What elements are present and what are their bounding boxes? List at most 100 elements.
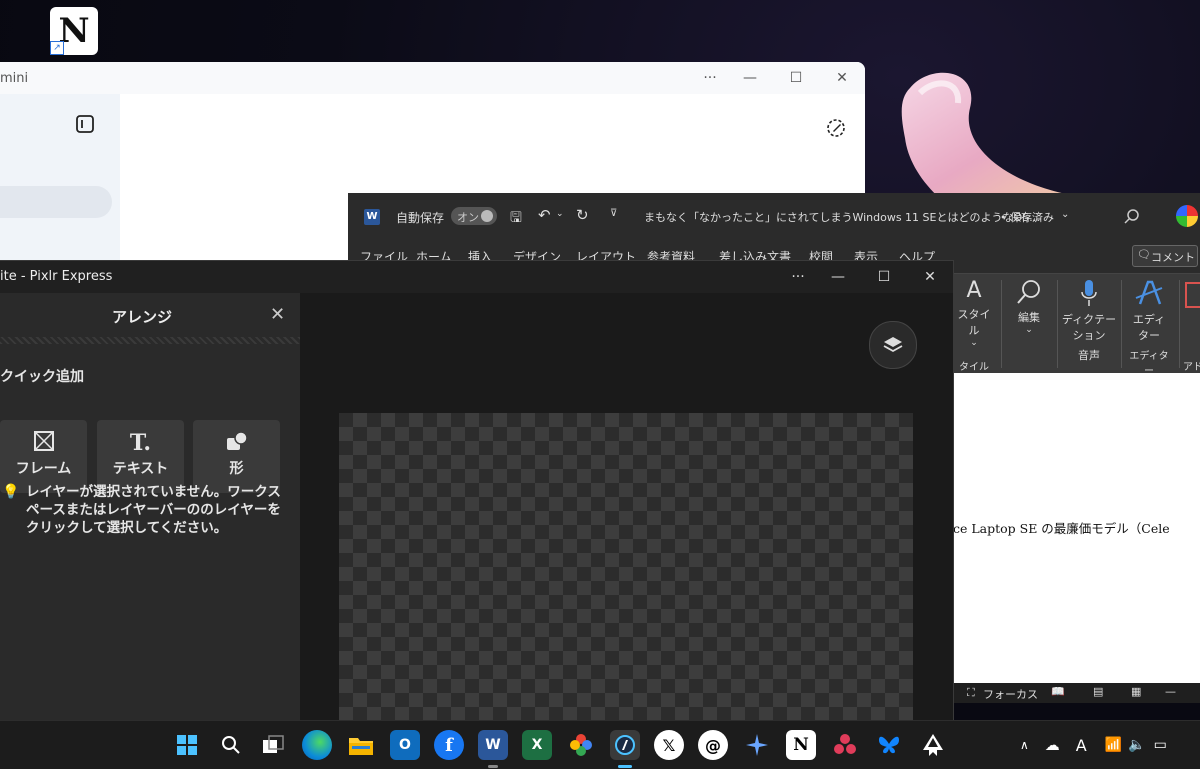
wifi-icon[interactable]: 📶 [1105, 737, 1122, 753]
toggle-knob [481, 210, 493, 222]
facebook-icon[interactable]: f [434, 730, 464, 760]
save-icon[interactable]: 🖫 [510, 207, 522, 231]
pixlr-window-title: ite - Pixlr Express [0, 269, 113, 284]
add-shape-label: 形 [229, 461, 244, 477]
system-tray: ∧ ☁ A 📶 🔈 ▭ [1020, 721, 1167, 769]
comment-icon: 🗨 [1137, 248, 1151, 261]
style-dropdown-icon: ⌄ [970, 338, 978, 348]
search-icon[interactable] [1124, 208, 1140, 224]
panel-divider [0, 337, 300, 344]
editor-label-line2: ター [1138, 329, 1160, 342]
style-group[interactable]: A スタイル ⌄ タイル [953, 278, 995, 373]
quick-access-menu-icon[interactable]: ⊽ [610, 208, 617, 219]
taskbar: O f W X 𝕏 @ N ∧ ☁ A 📶 🔈 ▭ [0, 720, 1200, 769]
pixlr-minimize-button[interactable]: — [816, 261, 860, 293]
inkscape-icon[interactable] [918, 730, 948, 760]
ribbon-separator [1121, 280, 1122, 368]
gemini-titlebar: mini ··· — ☐ ✕ [0, 62, 865, 94]
web-layout-icon[interactable]: ▦ [1131, 685, 1141, 698]
print-layout-icon[interactable]: ▤ [1093, 685, 1103, 698]
x-icon[interactable]: 𝕏 [654, 730, 684, 760]
layers-icon [883, 337, 903, 353]
pixlr-taskbar-icon[interactable] [610, 730, 640, 760]
sidebar-search-pill[interactable] [0, 186, 112, 218]
outlook-icon[interactable]: O [390, 730, 420, 760]
document-title[interactable]: まもなく「なかったこと」にされてしまうWindows 11 SEとはどのようなO… [644, 209, 1040, 225]
zoom-out-icon[interactable]: — [1165, 685, 1176, 698]
gemini-more-button[interactable]: ··· [688, 62, 732, 94]
excel-icon[interactable]: X [522, 730, 552, 760]
search-button[interactable] [216, 730, 246, 760]
task-view-icon [263, 735, 284, 753]
word-taskbar-icon[interactable]: W [478, 730, 508, 760]
layers-button[interactable] [869, 321, 917, 369]
arrange-panel-title: アレンジ [112, 308, 173, 326]
davinci-icon[interactable] [830, 730, 860, 760]
ribbon-separator [1001, 280, 1002, 368]
photos-icon[interactable] [566, 730, 596, 760]
taskbar-search-icon [222, 736, 240, 754]
undo-icon[interactable]: ↶ [538, 206, 551, 224]
focus-mode-label[interactable]: フォーカス [983, 686, 1038, 702]
onedrive-cloud-icon[interactable]: ☁ [1045, 736, 1060, 754]
ime-mode-icon[interactable]: A [1076, 736, 1087, 755]
autosave-state: オン [457, 211, 479, 224]
word-ribbon: A スタイル ⌄ タイル 編集 ⌄ ディクテー ション 音声 エディ ター エデ… [953, 273, 1200, 377]
edit-dropdown-icon: ⌄ [1025, 325, 1033, 335]
pixlr-window: ite - Pixlr Express ··· — ☐ ✕ アレンジ ✕ クイッ… [0, 260, 954, 732]
threads-icon[interactable]: @ [698, 730, 728, 760]
style-icon: A [966, 278, 982, 303]
close-panel-icon[interactable]: ✕ [270, 304, 285, 325]
shape-icon [193, 430, 280, 456]
edit-group[interactable]: 編集 ⌄ [1007, 278, 1051, 335]
editor-icon [1135, 280, 1163, 305]
word-document-page[interactable]: ce Laptop SE の最廉価モデル（Cele [953, 373, 1200, 683]
pixlr-more-button[interactable]: ··· [776, 261, 820, 293]
comment-label: コメント [1151, 251, 1195, 264]
editor-group[interactable]: エディ ター エディター [1125, 278, 1173, 377]
pixlr-close-button[interactable]: ✕ [908, 261, 952, 293]
edge-icon[interactable] [302, 730, 332, 760]
account-avatar[interactable] [1176, 205, 1198, 227]
comment-button[interactable]: 🗨 コメント [1132, 245, 1198, 267]
autosave-toggle[interactable]: オン [451, 207, 497, 225]
dictation-label-line1: ディクテー [1061, 313, 1117, 326]
ribbon-separator [1179, 280, 1180, 368]
volume-icon[interactable]: 🔈 [1128, 737, 1145, 753]
notion-taskbar-icon[interactable]: N [786, 730, 816, 760]
autosave-label: 自動保存 [396, 211, 445, 225]
dictation-label-line2: ション [1072, 329, 1106, 342]
save-status-dropdown-icon[interactable]: ⌄ [1061, 209, 1069, 220]
pixlr-maximize-button[interactable]: ☐ [862, 261, 906, 293]
transparent-canvas[interactable] [339, 413, 913, 731]
addin-group[interactable]: アド [1183, 278, 1200, 373]
gemini-close-button[interactable]: ✕ [820, 62, 864, 94]
dictation-group[interactable]: ディクテー ション 音声 [1061, 278, 1117, 363]
add-frame-label: フレーム [15, 461, 72, 477]
word-statusbar: ⛶ フォーカス 📖 ▤ ▦ — [953, 683, 1200, 703]
gemini-maximize-button[interactable]: ☐ [774, 62, 818, 94]
bluesky-icon[interactable] [874, 730, 904, 760]
new-chat-icon[interactable] [825, 117, 847, 139]
arrange-panel: アレンジ ✕ クイック追加 フレーム T. テキスト 形 💡 レイヤーが選択され… [0, 293, 300, 731]
file-explorer-icon[interactable] [346, 730, 376, 760]
workspace-canvas-area[interactable] [300, 293, 953, 731]
notion-desktop-icon[interactable]: N ↗ [50, 7, 98, 55]
sidebar-toggle-icon[interactable] [75, 114, 95, 134]
show-hidden-icons-icon[interactable]: ∧ [1020, 738, 1029, 752]
focus-icon[interactable]: ⛶ [967, 686, 975, 700]
task-view-button[interactable] [258, 730, 288, 760]
document-body-text: ce Laptop SE の最廉価モデル（Cele [953, 521, 1170, 536]
battery-icon[interactable]: ▭ [1154, 737, 1167, 753]
voice-group-label: 音声 [1078, 349, 1100, 362]
word-logo-icon: W [364, 209, 380, 225]
copilot-icon[interactable] [742, 730, 772, 760]
redo-icon[interactable]: ↻ [576, 206, 589, 224]
undo-dropdown-icon[interactable]: ⌄ [556, 209, 564, 219]
gemini-minimize-button[interactable]: — [728, 62, 772, 94]
start-button[interactable] [172, 730, 202, 760]
frame-icon [0, 430, 87, 456]
save-status[interactable]: • 保存済み [1000, 209, 1054, 225]
read-mode-icon[interactable]: 📖 [1051, 685, 1065, 698]
addin-icon [1185, 282, 1200, 308]
